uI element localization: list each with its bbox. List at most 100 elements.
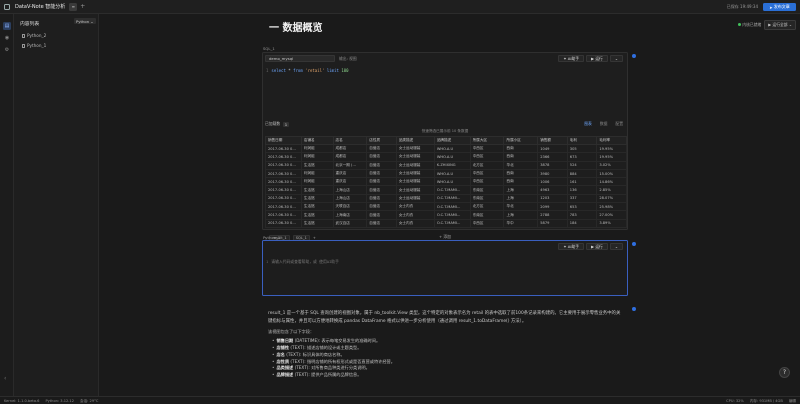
kernel-dot-icon bbox=[738, 23, 742, 26]
field-desc: (TEXT): 标识具体的商店名称。 bbox=[284, 351, 345, 357]
sql-cell[interactable]: demo_mysql 输出: 视图 ✦ AI助手 ▶ 运行 ⌄ 1 select … bbox=[262, 52, 628, 241]
table-cell: 自营店 bbox=[366, 202, 397, 212]
table-cell: 2017-06-30 0... bbox=[265, 160, 302, 170]
cell-marker-icon[interactable] bbox=[632, 307, 636, 311]
table-row[interactable]: 2017-06-30 0... 利润组 成都店 自营店 女士运动服装 WHO.A.U 中西区… bbox=[265, 152, 627, 162]
table-cell: 2366 bbox=[537, 152, 568, 162]
table-cell: 北方区 bbox=[469, 160, 505, 170]
table-row[interactable]: 2017-06-30 0... 生活馆 武汉百店 自营店 女士内衣 O.C.T.MAMI.… bbox=[265, 218, 627, 228]
table-cell: 3.89% bbox=[596, 218, 627, 228]
column-header[interactable]: 所属大区 bbox=[469, 136, 505, 145]
table-row[interactable]: 2017-06-30 0... 利润组 重庆店 自营店 女士运动服装 WHO.A.U 中西区… bbox=[265, 177, 627, 187]
memory-usage: 内存: 931MB / 4GB bbox=[749, 399, 783, 403]
field-name: 销售日期 bbox=[276, 338, 294, 344]
database-icon[interactable]: ◉ bbox=[3, 34, 11, 42]
cell-actions: ✦ AI助手 ▶ 运行 ⌄ bbox=[558, 55, 623, 62]
collapse-icon[interactable]: ‹ bbox=[4, 375, 6, 382]
sidebar-item-python-1[interactable]: Python_1 bbox=[22, 43, 46, 48]
table-cell: 14.86% bbox=[596, 177, 627, 187]
column-header[interactable]: 店名 bbox=[332, 136, 368, 145]
table-row[interactable]: 2017-06-30 0... 生活馆 上海山店 自营店 女士运动服装 O.C.T.MAM… bbox=[265, 193, 627, 204]
column-header[interactable]: 品类描述 bbox=[395, 136, 435, 145]
table-cell: 305 bbox=[566, 143, 598, 154]
table-cell: 4963 bbox=[537, 185, 568, 195]
table-row[interactable]: 2017-06-30 0... 利润组 成都店 自营店 女士运动服装 WHO.A.U 中西区… bbox=[265, 143, 627, 154]
python-cell[interactable]: ✦ AI助手 ▶ 运行 ⌄ 1 请输入代码或查看帮助，或 使用AI助手 bbox=[262, 240, 628, 296]
field-name: 店性质 bbox=[276, 358, 290, 364]
column-header[interactable]: 店铺名 bbox=[300, 136, 334, 145]
output-label[interactable]: 输出: 视图 bbox=[339, 56, 357, 62]
python-code-input[interactable]: 1 请输入代码或查看帮助，或 使用AI助手 bbox=[266, 259, 339, 265]
tab-config[interactable]: 配置 bbox=[615, 121, 623, 127]
table-row[interactable]: 2017-06-30 0... 利润组 重庆店 自营店 女士运动服装 WHO.A.U 中西区… bbox=[265, 168, 627, 179]
table-cell: 524 bbox=[566, 160, 598, 170]
field-desc: (TEXT): 对所售商品种类进行分类说明。 bbox=[293, 365, 370, 371]
table-cell: 生活馆 bbox=[300, 210, 334, 220]
table-cell: 西南 bbox=[503, 177, 539, 187]
table-cell: 自营店 bbox=[366, 218, 397, 228]
table-cell: 2017-06-30 0... bbox=[265, 218, 302, 228]
column-header[interactable]: 毛利率 bbox=[596, 136, 627, 145]
publish-label: 发布文章 bbox=[773, 4, 790, 9]
column-header[interactable]: 店性质 bbox=[366, 136, 397, 145]
table-body: 2017-06-30 0... 利润组 成都店 自营店 女士运动服装 WHO.A.U 中西区… bbox=[265, 143, 627, 228]
result-label: 已加载数 bbox=[265, 121, 281, 126]
table-cell: 27.00% bbox=[596, 210, 627, 220]
table-cell: 中西区 bbox=[469, 152, 505, 162]
table-row[interactable]: 2017-06-30 0... 生活馆 上海山店 自营店 女士运动服装 O.C.T.MAM… bbox=[265, 185, 627, 195]
ai-assistant-button[interactable]: ✦ AI助手 bbox=[558, 55, 585, 62]
table-cell: 自营店 bbox=[366, 160, 397, 170]
more-icon[interactable]: ⌄ bbox=[609, 243, 623, 250]
run-all-button[interactable]: ▶ 运行全部 ⌄ bbox=[764, 20, 796, 30]
sql-code-line[interactable]: 1 select * from 'retail' limit 100 bbox=[266, 68, 349, 73]
table-cell: 2017-06-30 0... bbox=[265, 143, 302, 154]
table-cell: O.C.T.MAMI... bbox=[433, 210, 471, 220]
result-count: 1 bbox=[283, 121, 289, 127]
layers-icon[interactable]: ≡ bbox=[69, 2, 78, 11]
publish-button[interactable]: ➤ 发布文章 bbox=[763, 3, 796, 11]
ai-assistant-button[interactable]: ✦ AI助手 bbox=[558, 243, 585, 250]
field-name: 店名 bbox=[276, 351, 285, 357]
run-button[interactable]: ▶ 运行 bbox=[586, 55, 608, 62]
table-cell: 利润组 bbox=[300, 143, 334, 154]
sidebar-title: 内容列表 bbox=[20, 22, 40, 27]
view-tabs: 图表 数据 配置 bbox=[584, 121, 623, 127]
markdown-subheading: 该视图包含了以下字段： bbox=[268, 329, 315, 335]
add-tab-icon[interactable]: + bbox=[80, 3, 85, 10]
table-cell: 136 bbox=[566, 185, 598, 195]
column-header[interactable]: 销售日期 bbox=[265, 136, 302, 145]
table-cell: 女士内衣 bbox=[395, 218, 435, 228]
table-row[interactable]: 2017-06-30 0... 生活馆 天联百店 自营店 女士内衣 O.C.T.MAMI.… bbox=[265, 202, 627, 212]
run-button[interactable]: ▶ 运行 bbox=[586, 243, 608, 250]
sidebar: 内容列表 Python ⌄ Python_2 Python_1 bbox=[14, 14, 99, 396]
tab-data[interactable]: 数据 bbox=[600, 121, 608, 127]
database-select[interactable]: demo_mysql bbox=[265, 55, 335, 62]
column-header[interactable]: 销售额 bbox=[537, 136, 568, 145]
field-name: 店铺性 bbox=[276, 344, 290, 350]
column-header[interactable]: 品牌描述 bbox=[433, 136, 471, 145]
markdown-cell[interactable]: result_1 是一个基于 SQL 查询创建的视图对象，属于 nb_toolk… bbox=[262, 304, 628, 396]
tab-chart[interactable]: 图表 bbox=[584, 121, 592, 127]
settings-icon[interactable]: ⚙ bbox=[3, 46, 11, 54]
table-row[interactable]: 2017-06-30 0... 生活馆 北京一期 (... 自营店 女士运动服装 K.ZH… bbox=[265, 160, 627, 170]
table-row[interactable]: 2017-06-30 0... 生活馆 上海南店 自营店 女士内衣 O.C.T.MAMI.… bbox=[265, 210, 627, 220]
more-icon[interactable]: ⌄ bbox=[609, 55, 623, 62]
table-cell: 783 bbox=[566, 210, 598, 220]
files-icon[interactable]: ▤ bbox=[3, 22, 11, 30]
sidebar-item-python-2[interactable]: Python_2 bbox=[22, 33, 46, 38]
column-header[interactable]: 所属小区 bbox=[503, 136, 539, 145]
table-cell: 女士运动服装 bbox=[395, 185, 435, 195]
list-item: 品牌描述 (TEXT): 提供产品所属的品牌信息。 bbox=[272, 372, 628, 379]
cell-marker-icon[interactable] bbox=[632, 242, 636, 246]
column-header[interactable]: 毛利 bbox=[566, 136, 598, 145]
table-cell: 女士运动服装 bbox=[395, 152, 435, 162]
heading-cell[interactable]: 一 数据概览 bbox=[262, 16, 628, 46]
table-cell: 成都店 bbox=[332, 143, 368, 154]
notebook-toolbar: 内核已就绪 ▶ 运行全部 ⌄ bbox=[738, 20, 796, 30]
help-icon[interactable]: ? bbox=[779, 367, 790, 378]
table-cell: 上海 bbox=[503, 210, 539, 220]
table-cell: WHO.A.U bbox=[433, 168, 471, 179]
new-python-button[interactable]: Python ⌄ bbox=[74, 18, 96, 24]
page-title: 一 数据概览 bbox=[269, 23, 323, 34]
cell-marker-icon[interactable] bbox=[632, 54, 636, 58]
